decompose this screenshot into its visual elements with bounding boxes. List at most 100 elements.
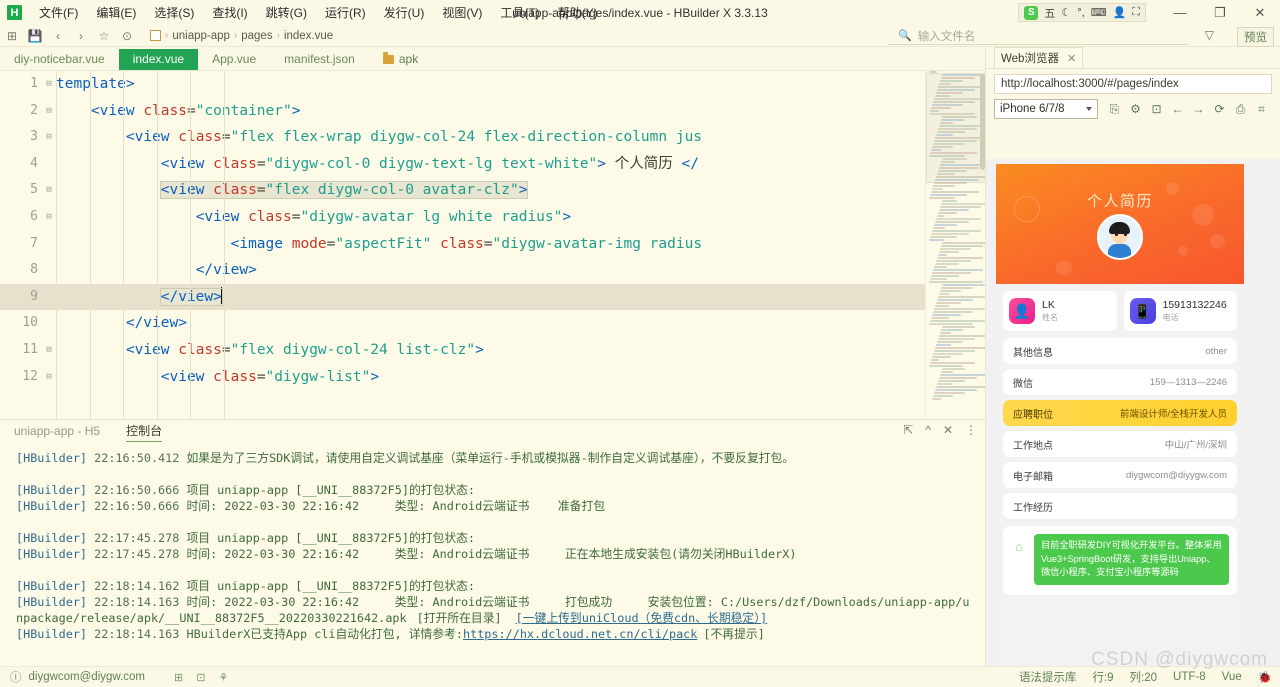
back-icon[interactable]: ‹ — [47, 26, 69, 46]
language-mode[interactable]: Vue — [1222, 671, 1242, 683]
resume-list-item[interactable]: 微信159—1313—2246 — [1003, 369, 1237, 395]
sogou-logo-icon[interactable]: S — [1024, 6, 1038, 20]
forward-icon[interactable]: › — [70, 26, 92, 46]
cli-pack-doc-link[interactable]: https://hx.dcloud.net.cn/cli/pack — [463, 627, 697, 641]
tab-apk-folder[interactable]: apk — [369, 49, 432, 70]
account-email[interactable]: diygwcom@diygw.com — [29, 671, 146, 683]
fold-toggle-icon[interactable] — [42, 151, 56, 178]
run-icon[interactable]: ⊙ — [116, 26, 138, 46]
code-editor[interactable]: 1⊟template>2⊟ <view class="container">3⊟… — [0, 71, 985, 419]
tab-diy-noticebar[interactable]: diy-noticebar.vue — [0, 49, 119, 70]
fold-toggle-icon[interactable]: ⊟ — [42, 337, 56, 364]
fold-toggle-icon[interactable] — [42, 231, 56, 258]
device-preview-viewport[interactable]: 个人简历 👤 LK — [986, 159, 1280, 666]
code-text[interactable]: </view> — [56, 284, 985, 311]
menu-item-find[interactable]: 查找(I) — [203, 1, 256, 24]
ime-user-icon[interactable]: 👤 — [1113, 6, 1127, 19]
code-text[interactable]: <view class="flex flex-wrap diygw-col-24… — [56, 124, 985, 151]
cursor-row[interactable]: 行:9 — [1092, 669, 1113, 685]
debug-icon[interactable]: 🐞 — [1258, 670, 1272, 684]
breadcrumb-item-project[interactable]: uniapp-app — [172, 30, 230, 42]
code-text[interactable]: <view class="flex diygw-col-24 list-clz"… — [56, 337, 985, 364]
code-line[interactable]: 11⊟ <view class="flex diygw-col-24 list-… — [0, 337, 985, 364]
fold-toggle-icon[interactable] — [42, 257, 56, 284]
preview-button[interactable]: 预览 — [1237, 27, 1274, 47]
tab-app-vue[interactable]: App.vue — [198, 49, 270, 70]
code-text[interactable]: template> — [56, 71, 985, 98]
code-line[interactable]: 1⊟template> — [0, 71, 985, 98]
fold-toggle-icon[interactable] — [42, 310, 56, 337]
outline-icon[interactable]: ⊞ — [174, 671, 183, 684]
resume-list-item[interactable]: 电子邮箱diygwcom@diyygw.com — [1003, 462, 1237, 488]
code-line[interactable]: 9 </view> — [0, 284, 985, 311]
webview-tab[interactable]: Web浏览器 ✕ — [994, 47, 1083, 68]
open-directory-link[interactable]: [打开所在目录] — [417, 611, 502, 625]
syntax-library-button[interactable]: 语法提示库 — [1019, 669, 1077, 685]
code-text[interactable]: </view> — [56, 310, 985, 337]
code-line[interactable]: 7 <image mode="aspectFit" class="diygw-a… — [0, 231, 985, 258]
code-text[interactable]: <view class="container"> — [56, 98, 985, 125]
tab-manifest-json[interactable]: manifest.json — [270, 49, 369, 70]
nav-forward-icon[interactable]: → — [1189, 100, 1208, 119]
webview-url-input[interactable]: http://localhost:3000/#/pages/index — [994, 74, 1272, 94]
filter-icon[interactable]: ▽ — [1205, 28, 1214, 42]
code-line[interactable]: 2⊟ <view class="container"> — [0, 98, 985, 125]
reload-icon[interactable]: ⟳ — [1210, 100, 1229, 119]
ime-apps-icon[interactable]: ⛶ — [1132, 6, 1140, 19]
grid-icon[interactable]: ⌗ — [1252, 100, 1271, 119]
resume-list-item[interactable]: 工作地点中山/广州/深圳 — [1003, 431, 1237, 457]
maximize-button[interactable]: ❐ — [1200, 0, 1240, 25]
fold-toggle-icon[interactable]: ⊟ — [42, 204, 56, 231]
ime-punct-icon[interactable]: °, — [1077, 7, 1084, 19]
dismiss-hint-link[interactable]: [不再提示] — [703, 627, 764, 641]
menu-item-run[interactable]: 运行(R) — [316, 1, 375, 24]
fold-toggle-icon[interactable]: ⊟ — [42, 177, 56, 204]
menu-item-goto[interactable]: 跳转(G) — [257, 1, 316, 24]
console-close-icon[interactable]: ✕ — [943, 423, 953, 437]
code-text[interactable]: <view class="flex diygw-col-0 avatar-clz… — [56, 177, 985, 204]
upload-unicloud-link[interactable]: [一键上传到uniCloud（免费cdn、长期稳定）] — [516, 611, 768, 625]
breadcrumb-item-file[interactable]: index.vue — [284, 30, 333, 42]
console-tab-console[interactable]: 控制台 — [126, 422, 162, 442]
code-text[interactable]: <view class="diygw-avatar lg white radiu… — [56, 204, 985, 231]
fold-toggle-icon[interactable]: ⊟ — [42, 124, 56, 151]
code-text[interactable]: <view class="diygw-col-0 diygw-text-lg t… — [56, 151, 985, 178]
fold-toggle-icon[interactable]: ⊟ — [42, 98, 56, 125]
devtools-icon[interactable]: ⊡ — [1147, 100, 1166, 119]
console-maximize-icon[interactable]: ^ — [925, 423, 931, 437]
resume-list-item[interactable]: 其他信息other — [1003, 338, 1237, 364]
contact-card-name[interactable]: 👤 LK 姓名 — [1003, 291, 1117, 331]
ime-toolbar[interactable]: S 五 ☾ °, ⌨ 👤 ⛶ — [1018, 3, 1146, 22]
tab-index-vue[interactable]: index.vue — [119, 49, 198, 70]
code-line[interactable]: 12⊟ <view class="diygw-list"> — [0, 364, 985, 391]
code-text[interactable]: <image mode="aspectFit" class="diygw-ava… — [56, 231, 985, 258]
fold-toggle-icon[interactable]: ⊟ — [42, 71, 56, 98]
code-line[interactable]: 3⊟ <view class="flex flex-wrap diygw-col… — [0, 124, 985, 151]
fold-toggle-icon[interactable] — [42, 284, 56, 311]
settings-icon[interactable]: ⚙ — [1126, 100, 1145, 119]
file-search-input[interactable]: 🔍 输入文件名 — [888, 27, 1188, 45]
close-button[interactable]: ✕ — [1240, 0, 1280, 25]
menu-item-select[interactable]: 选择(S) — [145, 1, 203, 24]
encoding-label[interactable]: UTF-8 — [1173, 671, 1206, 683]
terminal-icon[interactable]: ⊡ — [196, 671, 205, 684]
console-menu-icon[interactable]: ⋮ — [965, 423, 977, 437]
menu-item-tools[interactable]: 工具(T) — [491, 1, 548, 24]
code-line[interactable]: 5⊟ <view class="flex diygw-col-0 avatar-… — [0, 177, 985, 204]
menu-item-view[interactable]: 视图(V) — [433, 1, 491, 24]
breadcrumb-item-folder[interactable]: pages — [241, 30, 272, 42]
menu-item-help[interactable]: 帮助(Y) — [549, 1, 607, 24]
open-external-icon[interactable]: ⎘ — [1105, 100, 1124, 119]
code-text[interactable]: <view class="diygw-list"> — [56, 364, 985, 391]
toggle-sidebar-icon[interactable]: ⊞ — [1, 26, 23, 46]
code-text[interactable]: </view> — [56, 257, 985, 284]
save-icon[interactable]: 💾 — [24, 26, 46, 46]
favorite-icon[interactable]: ☆ — [93, 26, 115, 46]
menu-item-publish[interactable]: 发行(U) — [375, 1, 434, 24]
console-open-external-icon[interactable]: ⇱ — [903, 423, 913, 437]
code-line[interactable]: 10 </view> — [0, 310, 985, 337]
fold-toggle-icon[interactable]: ⊟ — [42, 364, 56, 391]
code-minimap[interactable] — [925, 71, 985, 419]
contact-card-phone[interactable]: 📱 15913132246 电话 — [1124, 291, 1238, 331]
console-tab-h5[interactable]: uniapp-app - H5 — [14, 424, 100, 440]
